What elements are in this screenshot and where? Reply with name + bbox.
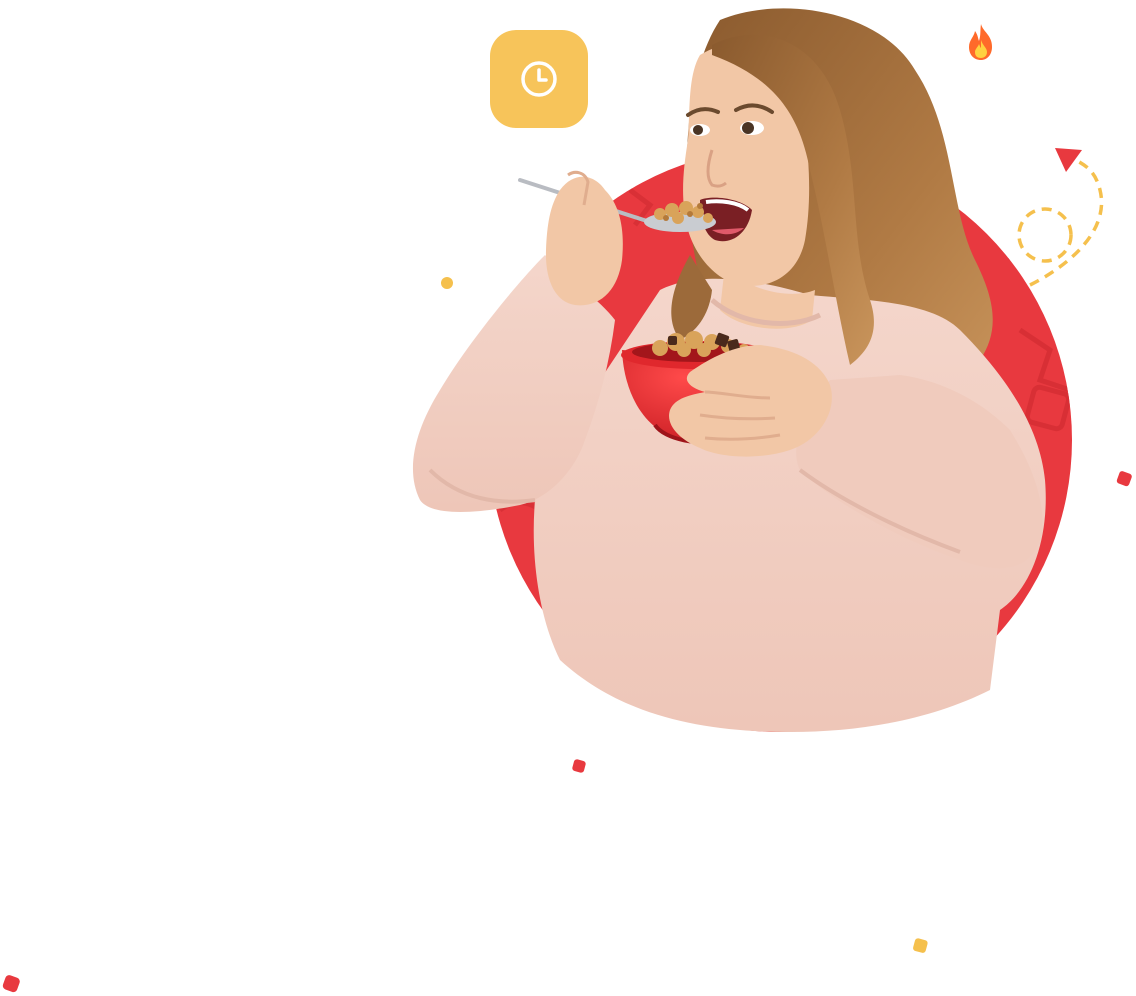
confetti-dot xyxy=(913,938,928,953)
confetti-dot xyxy=(2,975,20,993)
confetti-dot xyxy=(572,759,586,773)
hero-illustration xyxy=(2,8,1132,993)
confetti-dot xyxy=(441,277,453,289)
confetti-dot xyxy=(1116,471,1132,487)
person xyxy=(412,8,1046,732)
dashed-arrow-icon xyxy=(1017,148,1104,287)
